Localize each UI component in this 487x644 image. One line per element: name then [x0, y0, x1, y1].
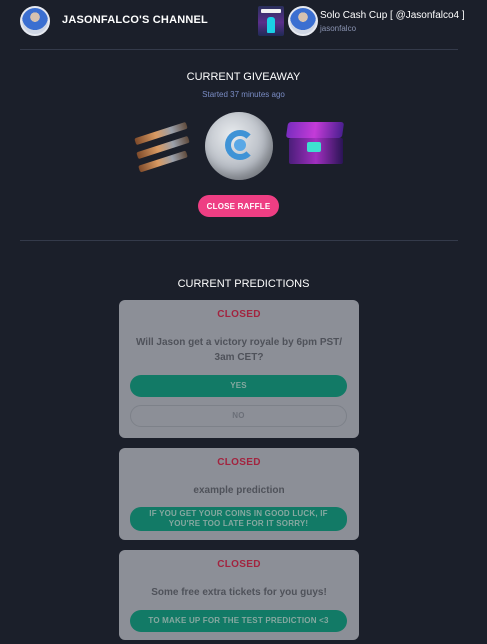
giveaway-started: Started 37 minutes ago: [202, 90, 285, 99]
prediction-status: CLOSED: [217, 309, 261, 320]
channel-avatar[interactable]: [20, 6, 50, 36]
prediction-question: example prediction: [193, 485, 285, 496]
prediction-question: Some free extra tickets for you guys!: [151, 587, 327, 598]
close-raffle-button[interactable]: CLOSE RAFFLE: [198, 195, 279, 217]
chest-lid: [285, 122, 345, 138]
game-thumbnail[interactable]: [258, 6, 284, 36]
prediction-card: CLOSED Some free extra tickets for you g…: [119, 550, 359, 640]
prediction-status: CLOSED: [217, 457, 261, 468]
swirl-core: [234, 139, 246, 151]
gun-prize-image: [132, 118, 192, 174]
header-divider: [20, 49, 458, 50]
channel-header: JASONFALCO'S CHANNEL Solo Cash Cup [ @Ja…: [0, 0, 487, 44]
game-logo-icon: [261, 9, 281, 13]
hearthstone-prize-image: [205, 112, 273, 180]
prediction-option-button[interactable]: TO MAKE UP FOR THE TEST PREDICTION <3: [130, 610, 347, 632]
streamer-avatar[interactable]: [288, 6, 318, 36]
channel-title: JASONFALCO'S CHANNEL: [62, 14, 208, 26]
stream-title: Solo Cash Cup [ @Jasonfalco4 ]: [320, 10, 465, 21]
streamer-name: jasonfalco: [320, 24, 357, 33]
game-character-icon: [267, 17, 275, 33]
option-yes-button[interactable]: YES: [130, 375, 347, 397]
prediction-option-button[interactable]: IF YOU GET YOUR COINS IN GOOD LUCK, IF Y…: [130, 507, 347, 531]
giveaway-title: CURRENT GIVEAWAY: [186, 71, 301, 83]
prediction-card: CLOSED Will Jason get a victory royale b…: [119, 300, 359, 438]
predictions-title: CURRENT PREDICTIONS: [177, 278, 310, 290]
chest-glow: [307, 142, 321, 152]
prediction-question: Will Jason get a victory royale by 6pm P…: [135, 337, 343, 363]
prediction-status: CLOSED: [217, 559, 261, 570]
chest-prize-image: [285, 120, 347, 166]
option-no-button[interactable]: NO: [130, 405, 347, 427]
section-divider: [20, 240, 458, 241]
prediction-card: CLOSED example prediction IF YOU GET YOU…: [119, 448, 359, 540]
